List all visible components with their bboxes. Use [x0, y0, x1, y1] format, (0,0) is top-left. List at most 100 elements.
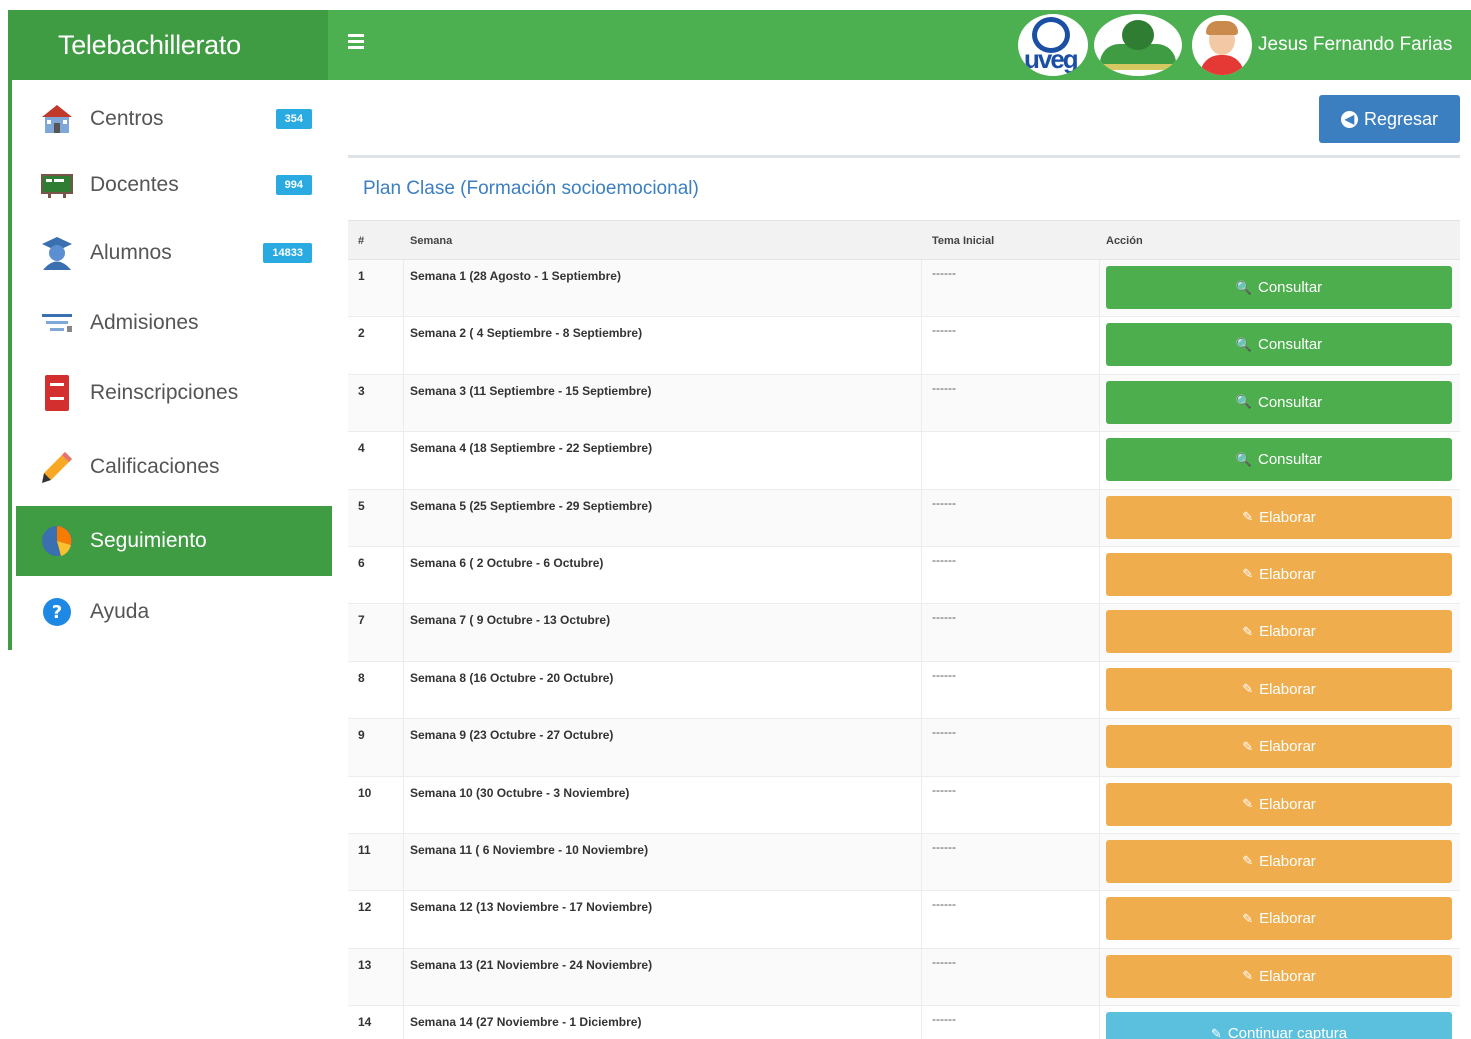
row-semana: Semana 12 (13 Noviembre - 17 Noviembre): [404, 891, 922, 948]
row-semana: Semana 10 (30 Octubre - 3 Noviembre): [404, 776, 922, 833]
row-accion: 🔍 Consultar: [1100, 317, 1460, 373]
row-tema-inicial: ------: [922, 833, 1100, 891]
row-accion: ✎ Elaborar: [1100, 891, 1460, 947]
pie-chart-icon: [38, 522, 76, 560]
consultar-button[interactable]: 🔍 Consultar: [1106, 266, 1452, 309]
action-label: Elaborar: [1259, 852, 1316, 870]
row-number: 10: [348, 776, 404, 833]
search-icon: 🔍: [1235, 394, 1252, 410]
sidebar-item-docentes[interactable]: Docentes 994: [16, 150, 332, 220]
sidebar-item-label: Docentes: [90, 173, 179, 196]
elaborar-button[interactable]: ✎ Elaborar: [1106, 954, 1452, 998]
column-header-semana: Semana: [410, 235, 453, 247]
school-icon: [38, 100, 76, 138]
row-accion: ✎ Elaborar: [1100, 834, 1460, 890]
pencil-icon: ✎: [1242, 623, 1254, 639]
sidebar-item-seguimiento[interactable]: Seguimiento: [16, 506, 332, 576]
table-row: 2 Semana 2 ( 4 Septiembre - 8 Septiembre)…: [348, 317, 1460, 375]
table-row: 11 Semana 11 ( 6 Noviembre - 10 Noviembre…: [348, 833, 1460, 892]
row-number: 2: [348, 317, 404, 374]
avatar[interactable]: [1192, 15, 1252, 75]
table-row: 10 Semana 10 (30 Octubre - 3 Noviembre) --…: [348, 776, 1460, 834]
row-tema-inicial: ------: [922, 948, 1100, 1006]
sidebar-item-calificaciones[interactable]: Calificaciones: [16, 432, 332, 502]
row-accion: ✎ Elaborar: [1100, 490, 1460, 546]
row-number: 14: [348, 1006, 404, 1039]
row-accion: ✎ Continuar captura: [1100, 1006, 1460, 1039]
table-row: 9 Semana 9 (23 Octubre - 27 Octubre) -----…: [348, 719, 1460, 777]
elaborar-button[interactable]: ✎ Elaborar: [1106, 610, 1452, 654]
table-row: 14 Semana 14 (27 Noviembre - 1 Diciembre)…: [348, 1006, 1460, 1039]
row-accion: 🔍 Consultar: [1100, 375, 1460, 431]
row-accion: 🔍 Consultar: [1100, 432, 1460, 488]
consultar-button[interactable]: 🔍 Consultar: [1106, 380, 1452, 424]
chalkboard-icon: [38, 166, 76, 204]
table-row: 12 Semana 12 (13 Noviembre - 17 Noviembre…: [348, 891, 1460, 949]
sidebar: Centros 354 Docentes 994 Alumnos 14833 A…: [8, 80, 332, 650]
action-label: Consultar: [1257, 279, 1323, 296]
brand-title[interactable]: Telebachillerato: [8, 10, 328, 80]
sidebar-item-centros[interactable]: Centros 354: [16, 84, 332, 154]
action-label: Elaborar: [1259, 795, 1316, 813]
row-number: 7: [348, 604, 404, 661]
pencil-icon: [38, 448, 76, 486]
search-icon: 🔍: [1235, 336, 1252, 352]
sidebar-item-label: Seguimiento: [90, 529, 207, 552]
panel-title: Plan Clase (Formación socioemocional): [363, 178, 699, 199]
table-row: 3 Semana 3 (11 Septiembre - 15 Septiembre…: [348, 374, 1460, 433]
hamburger-icon[interactable]: [346, 32, 368, 54]
row-accion: 🔍 Consultar: [1100, 260, 1460, 316]
row-semana: Semana 11 ( 6 Noviembre - 10 Noviembre): [404, 833, 922, 891]
plan-clase-panel: Plan Clase (Formación socioemocional) # …: [348, 155, 1460, 1039]
row-semana: Semana 3 (11 Septiembre - 15 Septiembre): [404, 374, 922, 432]
pencil-icon: ✎: [1242, 968, 1254, 984]
elaborar-button[interactable]: ✎ Elaborar: [1106, 725, 1452, 769]
sidebar-item-label: Reinscripciones: [90, 381, 239, 404]
elaborar-button[interactable]: ✎ Elaborar: [1106, 839, 1452, 883]
action-label: Elaborar: [1259, 623, 1316, 641]
row-accion: ✎ Elaborar: [1100, 719, 1460, 775]
column-header-num: #: [358, 235, 365, 247]
table-row: 1 Semana 1 (28 Agosto - 1 Septiembre) ----…: [348, 260, 1460, 318]
edit-square-icon: ✎: [1210, 1025, 1222, 1039]
row-tema-inicial: ------: [922, 260, 1100, 317]
sidebar-item-alumnos[interactable]: Alumnos 14833: [16, 218, 332, 288]
student-icon: [38, 234, 76, 272]
consultar-button[interactable]: 🔍 Consultar: [1106, 438, 1452, 482]
row-semana: Semana 8 (16 Octubre - 20 Octubre): [404, 661, 922, 719]
notebook-icon: [38, 374, 76, 412]
uveg-logo: uveg: [1018, 14, 1088, 76]
pencil-icon: ✎: [1242, 796, 1254, 812]
row-number: 4: [348, 432, 404, 489]
row-number: 11: [348, 833, 404, 891]
row-tema-inicial: ------: [922, 546, 1100, 604]
row-semana: Semana 7 ( 9 Octubre - 13 Octubre): [404, 604, 922, 661]
row-semana: Semana 6 ( 2 Octubre - 6 Octubre): [404, 546, 922, 604]
row-number: 5: [348, 489, 404, 546]
row-number: 12: [348, 891, 404, 948]
elaborar-button[interactable]: ✎ Elaborar: [1106, 552, 1452, 596]
action-label: Elaborar: [1259, 967, 1316, 985]
elaborar-button[interactable]: ✎ Elaborar: [1106, 782, 1452, 826]
action-label: Consultar: [1257, 336, 1323, 354]
row-number: 6: [348, 546, 404, 604]
continuar-captura-button[interactable]: ✎ Continuar captura: [1106, 1012, 1452, 1039]
row-number: 1: [348, 260, 404, 317]
row-accion: ✎ Elaborar: [1100, 949, 1460, 1005]
table-header: # Semana Tema Inicial Acción: [348, 220, 1460, 260]
sidebar-item-reinscripciones[interactable]: Reinscripciones: [16, 358, 332, 428]
row-semana: Semana 1 (28 Agosto - 1 Septiembre): [404, 260, 922, 317]
sidebar-item-ayuda[interactable]: ? Ayuda: [16, 577, 332, 647]
elaborar-button[interactable]: ✎ Elaborar: [1106, 667, 1452, 711]
sidebar-item-admisiones[interactable]: Admisiones: [16, 288, 332, 358]
table-row: 5 Semana 5 (25 Septiembre - 29 Septiembre…: [348, 489, 1460, 547]
filter-list-icon: [38, 304, 76, 342]
user-name[interactable]: Jesus Fernando Farias: [1258, 10, 1452, 80]
consultar-button[interactable]: 🔍 Consultar: [1106, 323, 1452, 367]
back-button-label: Regresar: [1363, 108, 1439, 129]
elaborar-button[interactable]: ✎ Elaborar: [1106, 897, 1452, 941]
pencil-icon: ✎: [1242, 681, 1254, 697]
elaborar-button[interactable]: ✎ Elaborar: [1106, 495, 1452, 539]
action-label: Elaborar: [1259, 565, 1316, 583]
back-button[interactable]: ◀ Regresar: [1319, 95, 1460, 143]
